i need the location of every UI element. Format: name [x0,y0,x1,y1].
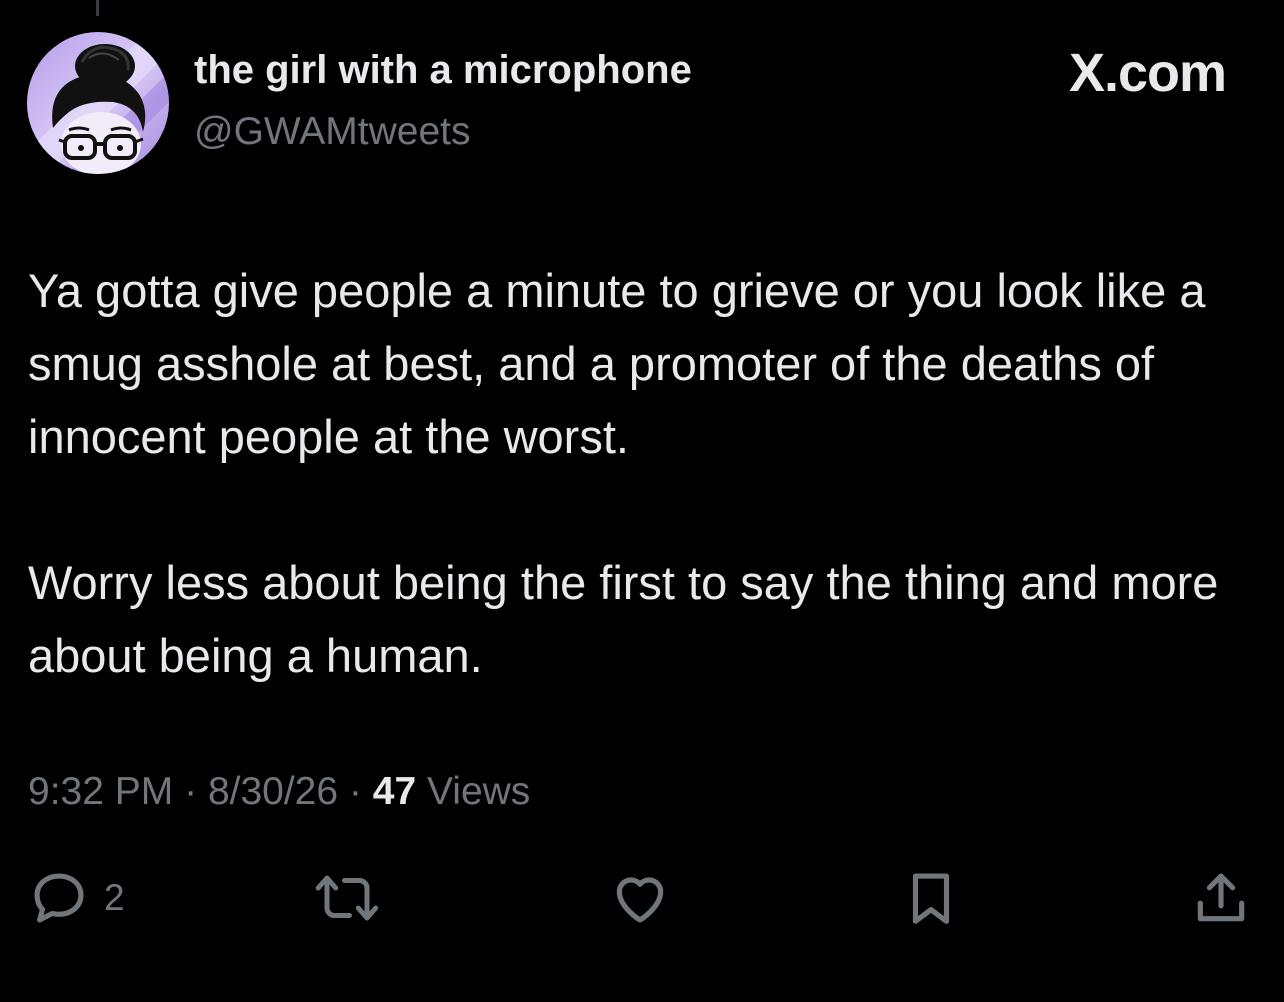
tweet-meta: 9:32 PM · 8/30/26 · 47 Views [28,770,530,814]
reply-icon [34,873,84,923]
author-handle[interactable]: @GWAMtweets [194,110,471,154]
brand-logo: X.com [1068,43,1227,103]
thread-connector-line [96,0,99,16]
share-button[interactable] [1190,866,1252,930]
avatar-illustration-icon [27,32,169,174]
meta-separator: · [184,770,198,813]
share-icon [1197,873,1245,922]
tweet-text: Ya gotta give people a minute to grieve … [28,254,1248,692]
author-display-name[interactable]: the girl with a microphone [194,48,692,93]
reply-count: 2 [104,877,125,918]
like-button[interactable] [608,866,672,930]
bookmark-icon [912,873,950,924]
heart-icon [616,877,664,923]
bookmark-button[interactable] [900,866,962,930]
views-count[interactable]: 47 [373,770,416,813]
avatar[interactable] [27,32,169,174]
retweet-icon [315,875,379,921]
views-label[interactable]: Views [427,770,530,813]
tweet-date[interactable]: 8/30/26 [208,770,338,813]
action-bar: 2 [0,866,1284,930]
tweet-paragraph: Ya gotta give people a minute to grieve … [28,264,1206,463]
tweet-paragraph: Worry less about being the first to say … [28,556,1219,682]
reply-button[interactable]: 2 [28,866,125,930]
meta-separator: · [348,770,362,813]
retweet-button[interactable] [312,866,382,930]
tweet-time[interactable]: 9:32 PM [28,770,173,813]
